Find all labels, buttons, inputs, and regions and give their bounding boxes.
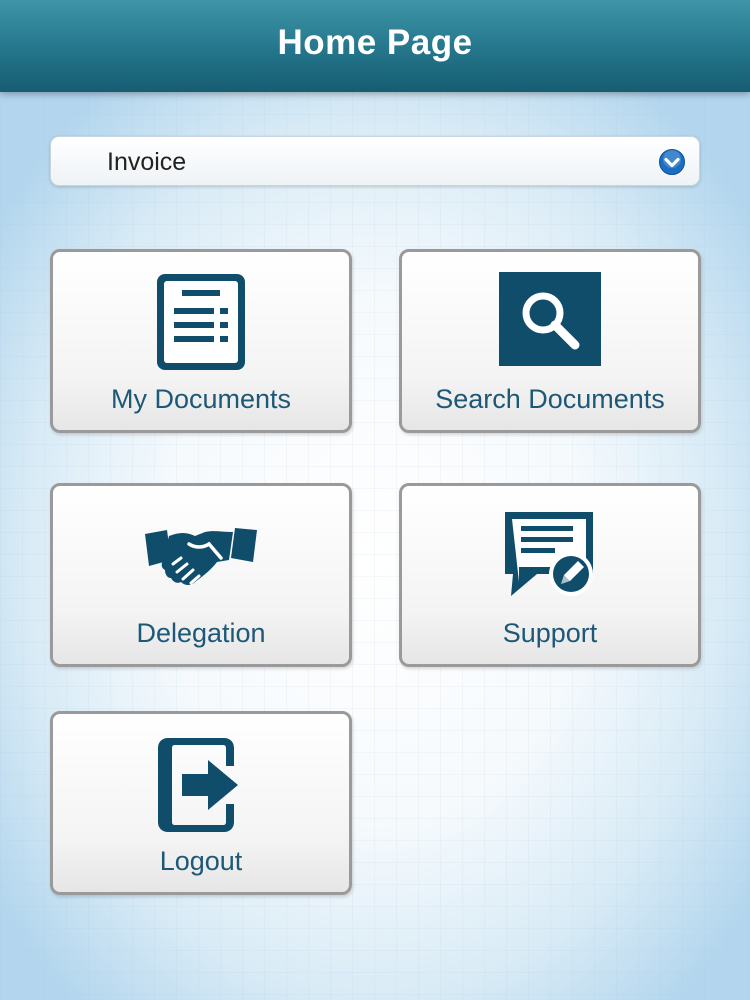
search-documents-button[interactable]: Search Documents: [399, 249, 701, 433]
delegation-button[interactable]: Delegation: [50, 483, 352, 667]
document-type-select[interactable]: Invoice: [50, 136, 700, 186]
my-documents-button[interactable]: My Documents: [50, 249, 352, 433]
magnifier-icon: [499, 272, 601, 366]
logout-button[interactable]: Logout: [50, 711, 352, 895]
handshake-icon: [145, 528, 257, 585]
top-bar: Home Page: [0, 0, 750, 92]
support-chat-edit-icon: [505, 512, 593, 596]
delegation-label: Delegation: [136, 618, 266, 648]
logout-label: Logout: [159, 846, 243, 876]
support-label: Support: [502, 618, 598, 648]
my-documents-label: My Documents: [110, 384, 292, 414]
chevron-down-circle-icon: [659, 149, 685, 175]
support-button[interactable]: Support: [399, 483, 701, 667]
document-type-value: Invoice: [107, 148, 187, 176]
search-documents-label: Search Documents: [435, 384, 665, 414]
page-title: Home Page: [277, 23, 473, 62]
document-icon: [157, 274, 245, 370]
logout-arrow-icon: [158, 738, 238, 832]
